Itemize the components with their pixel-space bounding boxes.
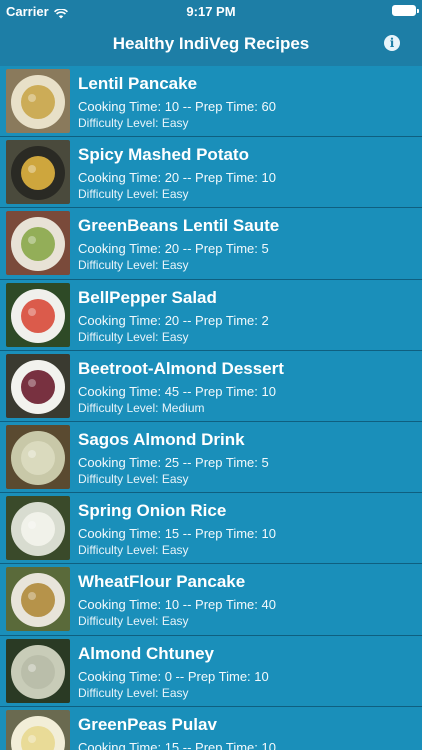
- recipe-row[interactable]: Beetroot-Almond Dessert Cooking Time: 45 …: [0, 350, 422, 422]
- recipe-times: Cooking Time: 20 -- Prep Time: 2: [78, 312, 269, 328]
- recipe-name: GreenPeas Pulav: [78, 714, 217, 734]
- recipe-name: Sagos Almond Drink: [78, 429, 245, 449]
- status-time: 9:17 PM: [186, 4, 236, 19]
- page-title: Healthy IndiVeg Recipes: [112, 34, 310, 53]
- recipe-thumbnail: [6, 638, 70, 703]
- status-bar: Carrier 9:17 PM: [0, 0, 422, 22]
- recipe-name: Lentil Pancake: [78, 74, 198, 93]
- recipe-thumbnail: [6, 353, 70, 418]
- recipe-row[interactable]: Spring Onion Rice Cooking Time: 15 -- Pre…: [0, 493, 422, 565]
- recipe-difficulty: Difficulty Level: Easy: [78, 258, 189, 273]
- recipe-difficulty: Difficulty Level: Easy: [78, 329, 189, 344]
- recipe-name: Almond Chtuney: [78, 643, 214, 663]
- recipe-times: Cooking Time: 20 -- Prep Time: 5: [78, 241, 269, 257]
- recipe-times: Cooking Time: 0 -- Prep Time: 10: [78, 668, 269, 684]
- recipe-difficulty: Difficulty Level: Easy: [78, 187, 189, 202]
- recipe-thumbnail: [6, 140, 70, 205]
- recipe-times: Cooking Time: 15 -- Prep Time: 10: [78, 526, 276, 542]
- recipe-name: Spring Onion Rice: [78, 501, 227, 521]
- recipe-name: GreenBeans Lentil Saute: [78, 216, 280, 236]
- recipe-name: Beetroot-Almond Dessert: [78, 358, 284, 378]
- recipe-row[interactable]: Sagos Almond Drink Cooking Time: 25 -- Pr…: [0, 421, 422, 494]
- recipe-thumbnail: [6, 709, 70, 750]
- recipe-times: Cooking Time: 10 -- Prep Time: 60: [78, 99, 276, 114]
- recipe-times: Cooking Time: 10 -- Prep Time: 40: [78, 597, 276, 613]
- recipe-times: Cooking Time: 25 -- Prep Time: 5: [78, 454, 269, 470]
- recipe-difficulty: Difficulty Level: Easy: [78, 543, 189, 558]
- status-right: [392, 5, 419, 16]
- recipe-row[interactable]: GreenBeans Lentil Saute Cooking Time: 20 …: [0, 208, 422, 280]
- battery-icon: [392, 5, 419, 16]
- recipe-row[interactable]: Almond Chtuney Cooking Time: 0 -- Prep Ti…: [0, 635, 422, 707]
- recipe-difficulty: Difficulty Level: Easy: [78, 471, 189, 486]
- recipe-thumbnail: [6, 211, 70, 276]
- recipe-row[interactable]: BellPepper Salad Cooking Time: 20 -- Prep…: [0, 279, 422, 351]
- recipe-thumbnail: [6, 69, 70, 133]
- recipe-difficulty: Difficulty Level: Easy: [78, 614, 189, 629]
- recipe-difficulty: Difficulty Level: Easy: [78, 685, 189, 700]
- recipe-thumbnail: [6, 282, 70, 347]
- recipe-row[interactable]: Spicy Mashed Potato Cooking Time: 20 -- P…: [0, 137, 422, 209]
- recipe-times: Cooking Time: 20 -- Prep Time: 10: [78, 170, 276, 186]
- info-icon[interactable]: i: [384, 35, 400, 51]
- recipe-difficulty: Difficulty Level: Easy: [78, 116, 189, 130]
- recipe-list[interactable]: Lentil Pancake Cooking Time: 10 -- Prep T…: [0, 66, 422, 750]
- recipe-name: WheatFlour Pancake: [78, 572, 246, 592]
- recipe-name: BellPepper Salad: [78, 287, 217, 307]
- navigation-bar: Healthy IndiVeg Recipes i: [0, 22, 422, 66]
- recipe-times: Cooking Time: 45 -- Prep Time: 10: [78, 383, 276, 399]
- recipe-row[interactable]: GreenPeas Pulav Cooking Time: 15 -- Prep …: [0, 706, 422, 750]
- recipe-thumbnail: [6, 496, 70, 561]
- recipe-row[interactable]: WheatFlour Pancake Cooking Time: 10 -- Pr…: [0, 564, 422, 636]
- recipe-times: Cooking Time: 15 -- Prep Time: 10: [78, 739, 276, 750]
- recipe-difficulty: Difficulty Level: Medium: [78, 400, 205, 415]
- recipe-row[interactable]: Lentil Pancake Cooking Time: 10 -- Prep T…: [0, 66, 422, 138]
- recipe-thumbnail: [6, 424, 70, 489]
- recipe-name: Spicy Mashed Potato: [78, 145, 249, 165]
- recipe-thumbnail: [6, 567, 70, 632]
